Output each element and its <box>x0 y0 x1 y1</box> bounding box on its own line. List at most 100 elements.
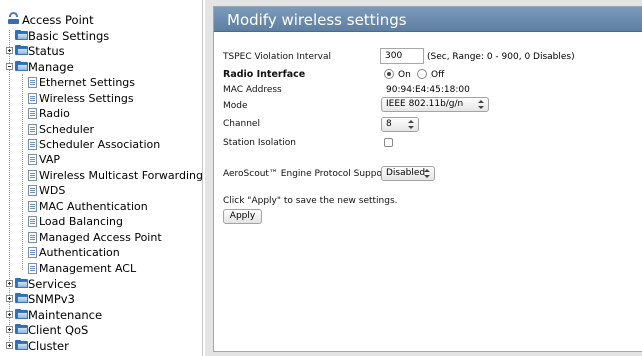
tspec-input[interactable] <box>380 48 424 64</box>
tree-item-managed-access-point[interactable]: Managed Access Point <box>28 230 162 245</box>
tree-item-cluster[interactable]: Cluster <box>6 338 69 353</box>
tree-item-snmpv3[interactable]: SNMPv3 <box>6 291 75 306</box>
page-icon <box>28 170 37 181</box>
tree-item-label: Status <box>28 43 65 58</box>
collapse-minus-icon[interactable] <box>6 63 13 70</box>
tree-item-management-acl[interactable]: Management ACL <box>28 261 136 276</box>
mode-select[interactable]: IEEE 802.11b/g/n <box>381 97 489 112</box>
tree-item-label: MAC Authentication <box>39 200 148 213</box>
radio-off-label: Off <box>431 70 445 80</box>
tree-item-label: Maintenance <box>28 307 103 322</box>
folder-icon <box>15 293 28 303</box>
tree-item-wds[interactable]: WDS <box>28 183 65 198</box>
expand-plus-icon[interactable] <box>6 280 13 287</box>
page-icon <box>28 232 37 243</box>
page-icon <box>28 139 37 150</box>
tree-item-label: Management ACL <box>39 262 137 275</box>
expand-plus-icon[interactable] <box>6 47 13 54</box>
page-icon <box>28 124 37 135</box>
radio-on-label: On <box>398 70 411 80</box>
folder-icon <box>15 324 28 334</box>
tree-item-wireless-multicast-forwarding[interactable]: Wireless Multicast Forwarding <box>28 168 203 183</box>
channel-select[interactable]: 8 <box>381 117 419 132</box>
tree-item-label: Manage <box>28 59 74 74</box>
mac-value: 90:94:E4:45:18:00 <box>386 85 470 95</box>
tree-item-label: WDS <box>39 184 66 197</box>
channel-selected-value: 8 <box>386 119 392 129</box>
tree-item-label: Managed Access Point <box>39 231 162 244</box>
page-title: Modify wireless settings <box>227 11 407 29</box>
folder-icon <box>15 309 28 319</box>
tree-item-basic-settings[interactable]: Basic Settings <box>15 28 109 43</box>
select-arrows-icon <box>424 169 430 179</box>
tree-item-label: VAP <box>39 153 60 166</box>
mode-label: Mode <box>223 101 248 111</box>
expand-plus-icon[interactable] <box>6 311 13 318</box>
tree-item-label: Scheduler <box>39 123 95 136</box>
tree-item-manage[interactable]: Manage <box>6 59 74 74</box>
radio-on-button[interactable] <box>384 69 394 79</box>
tspec-label: TSPEC Violation Interval <box>223 52 332 62</box>
tree-item-ethernet-settings[interactable]: Ethernet Settings <box>28 75 135 90</box>
tree-root-label: Access Point <box>22 12 94 27</box>
tree-item-mac-authentication[interactable]: MAC Authentication <box>28 199 148 214</box>
expand-plus-icon[interactable] <box>6 342 13 349</box>
mac-label: MAC Address <box>223 85 282 95</box>
tree-item-wireless-settings[interactable]: Wireless Settings <box>28 91 134 106</box>
tree-item-label: Wireless Settings <box>39 92 134 105</box>
tree-item-label: Authentication <box>39 246 120 259</box>
tree-item-vap[interactable]: VAP <box>28 152 60 167</box>
tree-item-label: Radio <box>39 107 70 120</box>
folder-icon <box>15 340 28 350</box>
station-isolation-label: Station Isolation <box>223 138 296 148</box>
tree-item-maintenance[interactable]: Maintenance <box>6 307 102 322</box>
station-isolation-checkbox[interactable] <box>384 138 393 147</box>
radio-off-button[interactable] <box>417 69 427 79</box>
expand-plus-icon[interactable] <box>6 326 13 333</box>
settings-panel: Modify wireless settings TSPEC Violation… <box>213 6 642 352</box>
tree-guide-line <box>22 74 23 270</box>
aeroscout-selected-value: Disabled <box>386 168 426 178</box>
apply-button[interactable]: Apply <box>223 209 262 224</box>
tree-item-load-balancing[interactable]: Load Balancing <box>28 214 123 229</box>
aeroscout-label: AeroScout™ Engine Protocol Support <box>223 169 390 179</box>
tree-item-label: Client QoS <box>28 322 89 337</box>
content-area: Modify wireless settings TSPEC Violation… <box>205 0 642 356</box>
folder-icon <box>15 45 28 55</box>
folder-icon <box>15 30 28 40</box>
tree-item-radio[interactable]: Radio <box>28 106 70 121</box>
folder-open-icon <box>15 61 28 71</box>
expand-plus-icon[interactable] <box>6 295 13 302</box>
tree-root-access-point[interactable]: Access Point <box>7 12 94 27</box>
page-icon <box>28 247 37 258</box>
tree-item-services[interactable]: Services <box>6 276 77 291</box>
tree-item-label: SNMPv3 <box>28 291 75 306</box>
tree-item-label: Wireless Multicast Forwarding <box>39 169 203 182</box>
channel-label: Channel <box>223 119 260 129</box>
apply-hint: Click "Apply" to save the new settings. <box>223 196 398 206</box>
tree-item-status[interactable]: Status <box>6 43 65 58</box>
page-icon <box>28 93 37 104</box>
page-icon <box>28 216 37 227</box>
tree-item-label: Basic Settings <box>28 28 110 43</box>
tree-item-label: Load Balancing <box>39 215 123 228</box>
tree-item-client-qos[interactable]: Client QoS <box>6 322 88 337</box>
radio-interface-label: Radio Interface <box>223 69 306 80</box>
access-point-icon <box>7 12 20 25</box>
tree-item-scheduler[interactable]: Scheduler <box>28 122 94 137</box>
panel-header: Modify wireless settings <box>214 7 642 32</box>
folder-icon <box>15 278 28 288</box>
tree-item-label: Services <box>28 276 77 291</box>
mode-selected-value: IEEE 802.11b/g/n <box>386 99 464 109</box>
select-arrows-icon <box>408 120 414 130</box>
page-icon <box>28 201 37 212</box>
tree-item-authentication[interactable]: Authentication <box>28 245 120 260</box>
tree-item-label: Ethernet Settings <box>39 76 135 89</box>
tree-item-scheduler-association[interactable]: Scheduler Association <box>28 137 160 152</box>
page-icon <box>28 154 37 165</box>
page-icon <box>28 263 37 274</box>
tspec-hint: (Sec, Range: 0 - 900, 0 Disables) <box>427 52 575 62</box>
page-icon <box>28 108 37 119</box>
aeroscout-select[interactable]: Disabled <box>381 166 435 181</box>
select-arrows-icon <box>478 100 484 110</box>
